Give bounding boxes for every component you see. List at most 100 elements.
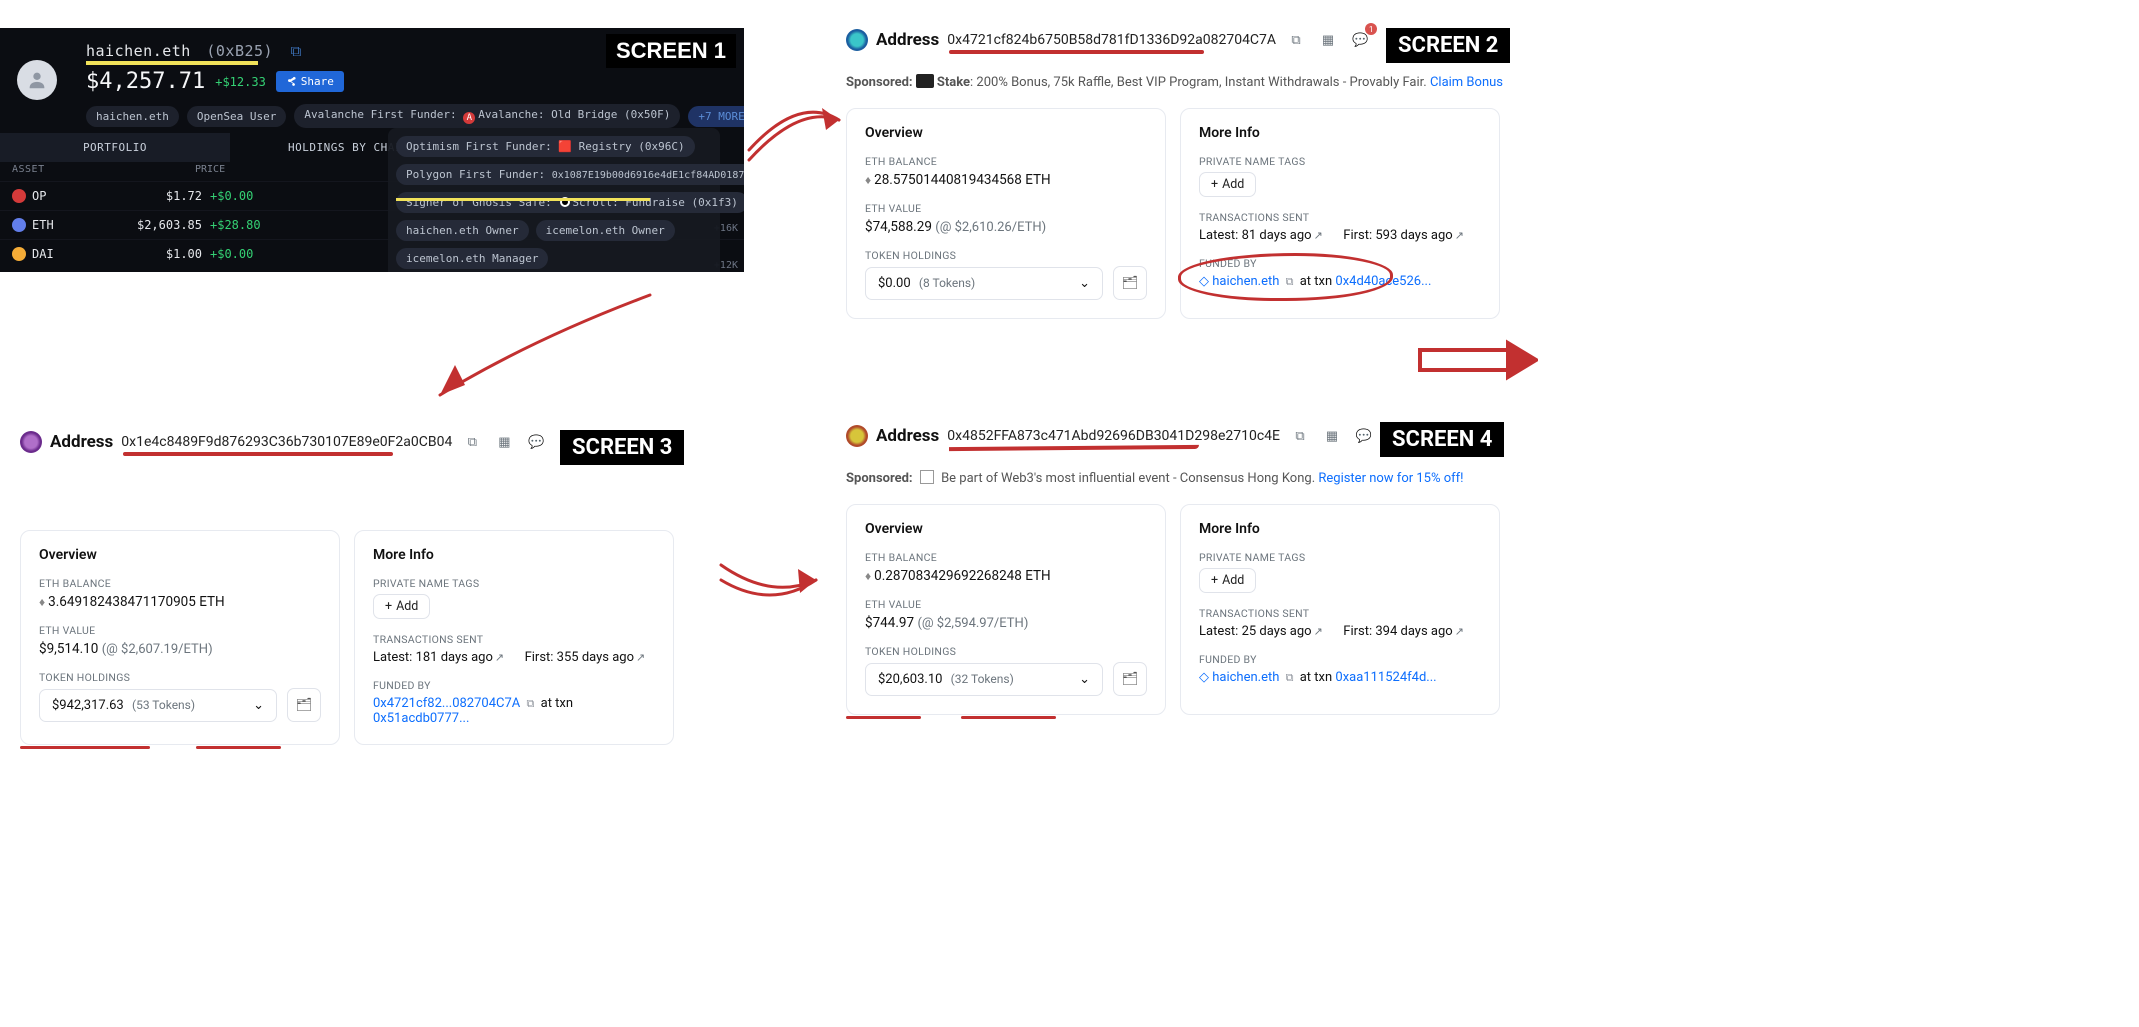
card-title-overview: Overview bbox=[39, 547, 321, 563]
comment-icon[interactable]: 💬 bbox=[1352, 424, 1376, 448]
qr-icon[interactable]: ▦ bbox=[492, 430, 516, 454]
comment-icon[interactable]: 💬 bbox=[524, 430, 548, 454]
copy-icon[interactable]: ⧉ bbox=[1286, 671, 1294, 684]
add-tag-button[interactable]: + Add bbox=[1199, 172, 1256, 197]
tx-first[interactable]: 394 days ago bbox=[1375, 624, 1452, 639]
popover-tag[interactable]: Polygon First Funder: 0x1087E19b00d6916e… bbox=[396, 164, 744, 185]
cards-row: Overview ETH BALANCE ♦0.2870834296922682… bbox=[846, 504, 1516, 715]
copy-icon[interactable]: ⧉ bbox=[291, 42, 302, 60]
blockie-icon bbox=[846, 425, 868, 447]
comment-icon[interactable]: 💬1 bbox=[1348, 28, 1372, 52]
token-delta: +$0.00 bbox=[210, 247, 253, 261]
tx-sent-label: TRANSACTIONS SENT bbox=[1199, 211, 1481, 224]
copy-icon[interactable]: ⧉ bbox=[1286, 275, 1294, 288]
diamond-icon: ◇ bbox=[1199, 670, 1209, 685]
tag-avalanche[interactable]: Avalanche First Funder: AAvalanche: Old … bbox=[294, 104, 680, 128]
eth-balance-label: ETH BALANCE bbox=[39, 577, 321, 590]
token-amount: $942,317.63 bbox=[52, 698, 127, 713]
eth-value-label: ETH VALUE bbox=[865, 598, 1147, 611]
screen2-label: SCREEN 2 bbox=[1386, 28, 1510, 63]
popover-tag[interactable]: icemelon.eth Manager bbox=[396, 248, 548, 269]
popover-tag[interactable]: haichen.eth Owner bbox=[396, 220, 529, 241]
tags-label: PRIVATE NAME TAGS bbox=[1199, 155, 1481, 168]
tx-latest[interactable]: 25 days ago bbox=[1242, 624, 1312, 639]
popover-tag-signer[interactable]: Signer of Gnosis Safe: Scroll: Fundraise… bbox=[396, 192, 744, 213]
red-underline-anno bbox=[196, 746, 281, 749]
popover-tag[interactable]: Optimism First Funder: 🟥 Registry (0x96C… bbox=[396, 136, 695, 157]
wallet-button[interactable]: 🗂 bbox=[1113, 662, 1147, 696]
token-dropdown[interactable]: $20,603.10 (32 Tokens) ⌄ bbox=[865, 663, 1103, 696]
token-dropdown[interactable]: $0.00 (8 Tokens) ⌄ bbox=[865, 267, 1103, 300]
tx-sent-row: Latest: 181 days ago↗ First: 355 days ag… bbox=[373, 650, 655, 665]
yellow-underline-anno bbox=[396, 198, 650, 201]
chevron-down-icon: ⌄ bbox=[1079, 276, 1090, 291]
overview-card: Overview ETH BALANCE ♦0.2870834296922682… bbox=[846, 504, 1166, 715]
address-hex[interactable]: 0x4852FFA873c471Abd92696DB3041D298e2710c… bbox=[947, 428, 1280, 444]
address-hex[interactable]: 0x1e4c8489F9d876293C36b730107E89e0F2a0CB… bbox=[121, 434, 452, 450]
token-delta: +$0.00 bbox=[210, 189, 253, 203]
funded-by-txn[interactable]: 0xaa111524f4d... bbox=[1335, 670, 1436, 685]
sponsor-prefix: Sponsored: bbox=[846, 471, 913, 486]
share-label: Share bbox=[301, 75, 334, 88]
address-hex[interactable]: 0x4721cf824b6750B58d781fD1336D92a082704C… bbox=[947, 32, 1276, 48]
token-symbol: OP bbox=[32, 189, 92, 203]
token-price: $2,603.85 bbox=[92, 218, 202, 232]
copy-icon[interactable]: ⧉ bbox=[1288, 424, 1312, 448]
copy-icon[interactable]: ⧉ bbox=[1284, 28, 1308, 52]
blockie-icon bbox=[846, 29, 868, 51]
qr-icon[interactable]: ▦ bbox=[1320, 424, 1344, 448]
eth-balance: ♦0.287083429692268248 ETH bbox=[865, 568, 1147, 584]
more-tags-button[interactable]: +7 MORE bbox=[688, 106, 744, 127]
token-holdings-label: TOKEN HOLDINGS bbox=[865, 249, 1147, 262]
token-symbol: DAI bbox=[32, 247, 92, 261]
eth-value: $74,588.29 (@ $2,610.26/ETH) bbox=[865, 219, 1147, 235]
funded-by-txn[interactable]: 0x51acdb0777... bbox=[373, 711, 469, 726]
token-icon bbox=[12, 189, 26, 203]
sponsor-cta[interactable]: Claim Bonus bbox=[1430, 75, 1503, 90]
screen1-portfolio: SCREEN 1 haichen.eth (0xB25) ⧉ $4,257.71… bbox=[0, 28, 744, 272]
tx-latest[interactable]: 181 days ago bbox=[416, 650, 493, 665]
red-underline-anno bbox=[20, 746, 150, 749]
token-price: $1.00 bbox=[92, 247, 202, 261]
red-underline-anno bbox=[846, 716, 921, 719]
tab-portfolio[interactable]: PORTFOLIO bbox=[0, 133, 230, 162]
tag-opensea[interactable]: OpenSea User bbox=[187, 106, 286, 127]
arrow-anno bbox=[420, 290, 660, 410]
wallet-button[interactable]: 🗂 bbox=[1113, 266, 1147, 300]
popover-tag[interactable]: icemelon.eth Owner bbox=[536, 220, 675, 241]
token-holdings-label: TOKEN HOLDINGS bbox=[865, 645, 1147, 658]
external-icon: ↗ bbox=[495, 651, 504, 664]
tag-ens[interactable]: haichen.eth bbox=[86, 106, 179, 127]
wallet-button[interactable]: 🗂 bbox=[287, 688, 321, 722]
funded-by-row: ◇ haichen.eth ⧉ at txn 0xaa111524f4d... bbox=[1199, 670, 1481, 685]
eth-icon: ♦ bbox=[865, 173, 871, 187]
funded-by-ens[interactable]: haichen.eth bbox=[1212, 670, 1279, 685]
token-dropdown[interactable]: $942,317.63 (53 Tokens) ⌄ bbox=[39, 689, 277, 722]
funded-by-ens[interactable]: haichen.eth bbox=[1212, 274, 1279, 289]
token-price: $1.72 bbox=[92, 189, 202, 203]
tx-sent-row: Latest: 25 days ago↗ First: 394 days ago… bbox=[1199, 624, 1481, 639]
funded-by-label: FUNDED BY bbox=[373, 679, 655, 692]
arrow-anno bbox=[716, 555, 826, 610]
moreinfo-card: More Info PRIVATE NAME TAGS + Add TRANSA… bbox=[1180, 504, 1500, 715]
funded-by-addr[interactable]: 0x4721cf82...082704C7A bbox=[373, 696, 520, 711]
tx-latest[interactable]: 81 days ago bbox=[1242, 228, 1312, 243]
sponsor-cta[interactable]: Register now for 15% off! bbox=[1318, 471, 1463, 486]
avatar bbox=[17, 60, 57, 100]
add-tag-button[interactable]: + Add bbox=[373, 594, 430, 619]
share-button[interactable]: Share bbox=[276, 71, 344, 92]
eth-value-label: ETH VALUE bbox=[39, 624, 321, 637]
tx-first[interactable]: 355 days ago bbox=[557, 650, 634, 665]
chevron-down-icon: ⌄ bbox=[1079, 672, 1090, 687]
tx-first[interactable]: 593 days ago bbox=[1375, 228, 1452, 243]
eth-value: $9,514.10 (@ $2,607.19/ETH) bbox=[39, 641, 321, 657]
copy-icon[interactable]: ⧉ bbox=[527, 697, 535, 710]
funded-by-txn[interactable]: 0x4d40ace526... bbox=[1335, 274, 1431, 289]
col-price: PRICE bbox=[195, 164, 225, 175]
sponsor-row: Sponsored: Stake: 200% Bonus, 75k Raffle… bbox=[846, 74, 1516, 90]
avalanche-icon: A bbox=[463, 112, 475, 124]
qr-icon[interactable]: ▦ bbox=[1316, 28, 1340, 52]
eth-balance: ♦28.57501440819434568 ETH bbox=[865, 172, 1147, 188]
add-tag-button[interactable]: + Add bbox=[1199, 568, 1256, 593]
copy-icon[interactable]: ⧉ bbox=[460, 430, 484, 454]
